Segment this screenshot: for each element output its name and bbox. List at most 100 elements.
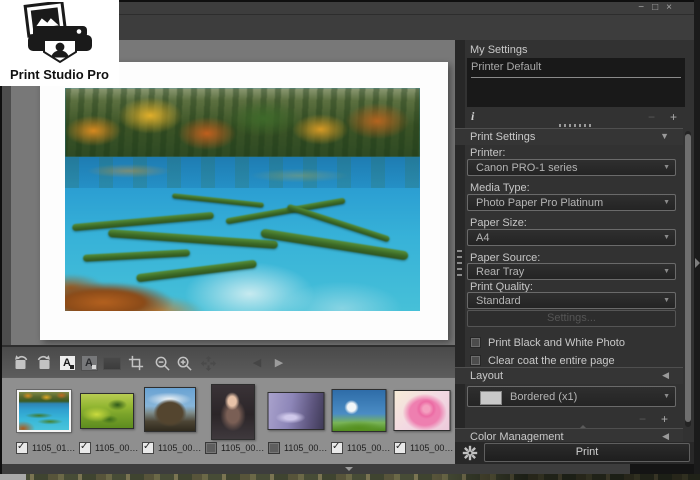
clear-coat-checkbox[interactable]: [470, 355, 481, 366]
preview-photo[interactable]: [65, 88, 420, 311]
thumb-filename-6: 1105_00…: [347, 443, 391, 453]
layout-value: Bordered (x1): [510, 391, 578, 403]
paper-size-label: Paper Size:: [470, 217, 527, 229]
thumb-checkbox-6[interactable]: [331, 441, 343, 454]
thumbnail-1[interactable]: [16, 389, 72, 433]
layout-add-button[interactable]: +: [661, 412, 668, 426]
gear-icon[interactable]: [461, 444, 479, 462]
filmstrip-collapse-icon: [345, 467, 353, 471]
media-type-value: Photo Paper Pro Platinum: [476, 197, 604, 209]
filmstrip-item-1: 1105_01…: [14, 378, 76, 465]
printer-dropdown[interactable]: Canon PRO-1 series ▼: [467, 159, 676, 176]
add-setting-button[interactable]: +: [670, 110, 677, 124]
thumb-filename-1: 1105_01…: [32, 443, 76, 453]
filmstrip-item-2: 1105_00…: [77, 378, 139, 465]
thumbnail-4[interactable]: [211, 384, 255, 440]
thumb-checkbox-1[interactable]: [16, 441, 28, 454]
next-page-icon[interactable]: ▶: [270, 354, 288, 372]
desktop-edge: [0, 474, 700, 480]
print-quality-dropdown[interactable]: Standard ▼: [467, 292, 676, 309]
paper-preview: [40, 62, 448, 340]
dropdown-arrow-icon: ▼: [663, 297, 670, 304]
media-type-label: Media Type:: [470, 182, 530, 194]
crop-icon[interactable]: [127, 354, 145, 372]
maximize-button[interactable]: □: [652, 2, 658, 14]
rotate-left-icon[interactable]: [12, 354, 30, 372]
desktop-edge-corner: [0, 474, 26, 480]
thumbnail-2[interactable]: [80, 393, 134, 429]
rotate-right-icon[interactable]: [35, 354, 53, 372]
divider-grip[interactable]: [457, 250, 462, 280]
fit-to-window-icon: [199, 354, 217, 372]
panel-expand-handle-icon[interactable]: [695, 258, 700, 268]
my-settings-list: Printer Default: [467, 58, 685, 107]
my-settings-title: My Settings: [470, 44, 528, 56]
app-window: − □ × A A ◀ ▶ ✓ 1105_01… ✓ 1105_00… ✓ 11…: [0, 0, 700, 480]
preview-box-icon: [103, 354, 121, 372]
color-management-collapse-icon: ◀: [662, 431, 669, 441]
remove-setting-button: −: [647, 110, 655, 124]
thumb-filename-5: 1105_00…: [284, 443, 328, 453]
my-settings-item[interactable]: Printer Default: [471, 61, 681, 78]
clear-coat-checkbox-row: Clear coat the entire page: [470, 354, 615, 367]
layout-title: Layout: [470, 370, 504, 382]
my-settings-actions: i − +: [467, 109, 685, 125]
dropdown-arrow-icon: ▼: [663, 268, 670, 275]
close-button[interactable]: ×: [666, 2, 672, 14]
print-action-row: Print: [455, 442, 694, 464]
printer-value: Canon PRO-1 series: [476, 162, 578, 174]
media-type-dropdown[interactable]: Photo Paper Pro Platinum ▼: [467, 194, 676, 211]
clear-coat-label: Clear coat the entire page: [488, 354, 615, 367]
bw-photo-label: Print Black and White Photo: [488, 336, 625, 349]
settings-button: Settings...: [467, 310, 676, 327]
bw-photo-checkbox-row: Print Black and White Photo: [470, 336, 625, 349]
dropdown-arrow-icon: ▼: [663, 393, 670, 400]
thumb-checkbox-5[interactable]: [268, 442, 280, 454]
bw-photo-checkbox[interactable]: [470, 337, 481, 348]
filmstrip-item-5: 1105_00…: [266, 378, 328, 465]
correction-a-dark-icon[interactable]: A: [80, 354, 98, 372]
photo-forest-region: [65, 88, 420, 158]
filmstrip-item-7: 1105_00…: [392, 378, 453, 465]
photo-underwater-region: [65, 188, 420, 311]
layout-dropdown[interactable]: Bordered (x1) ▼: [467, 386, 676, 407]
layout-header[interactable]: Layout ◀: [455, 367, 683, 384]
paper-source-dropdown[interactable]: Rear Tray ▼: [467, 263, 676, 280]
bottom-right-frame: [630, 464, 694, 474]
correction-a-light-icon[interactable]: A: [58, 354, 76, 372]
thumb-checkbox-7[interactable]: [394, 441, 406, 454]
filmstrip-item-3: 1105_00…: [140, 378, 201, 465]
minimize-button[interactable]: −: [638, 2, 644, 14]
paper-size-dropdown[interactable]: A4 ▼: [467, 229, 676, 246]
scrollbar-thumb[interactable]: [685, 134, 691, 422]
filmstrip-item-4: 1105_00…: [203, 378, 265, 465]
thumbnail-7[interactable]: [393, 390, 451, 431]
dropdown-arrow-icon: ▼: [663, 164, 670, 171]
settings-sidebar: My Settings Printer Default i − + Print …: [455, 40, 694, 464]
print-settings-collapse-icon: ▼: [660, 131, 669, 141]
thumbnail-5[interactable]: [267, 392, 325, 430]
printer-label: Printer:: [470, 147, 506, 159]
thumb-checkbox-4[interactable]: [205, 442, 217, 454]
print-quality-value: Standard: [476, 295, 521, 307]
print-settings-header[interactable]: Print Settings ▼: [455, 128, 683, 145]
filmstrip-collapse-bar[interactable]: [2, 464, 630, 474]
thumb-filename-4: 1105_00…: [221, 443, 265, 453]
zoom-in-icon[interactable]: [175, 354, 193, 372]
thumb-filename-2: 1105_00…: [95, 443, 139, 453]
photo-lake-reflection-region: [65, 157, 420, 189]
thumb-checkbox-3[interactable]: [142, 441, 154, 454]
logo-printer-icon: [23, 2, 92, 64]
edit-toolbar: A A ◀ ▶: [2, 345, 455, 379]
thumbnail-6[interactable]: [331, 389, 387, 432]
panel-splitter[interactable]: [559, 124, 591, 127]
thumbnail-3[interactable]: [144, 387, 196, 432]
zoom-out-icon[interactable]: [153, 354, 171, 372]
layout-actions: − +: [467, 411, 676, 426]
layout-remove-button: −: [638, 412, 646, 426]
info-icon[interactable]: i: [471, 109, 474, 124]
photo-rocks: [65, 268, 218, 311]
thumb-checkbox-2[interactable]: [79, 441, 91, 454]
print-button[interactable]: Print: [484, 443, 690, 462]
color-management-header[interactable]: Color Management ◀: [455, 428, 683, 443]
